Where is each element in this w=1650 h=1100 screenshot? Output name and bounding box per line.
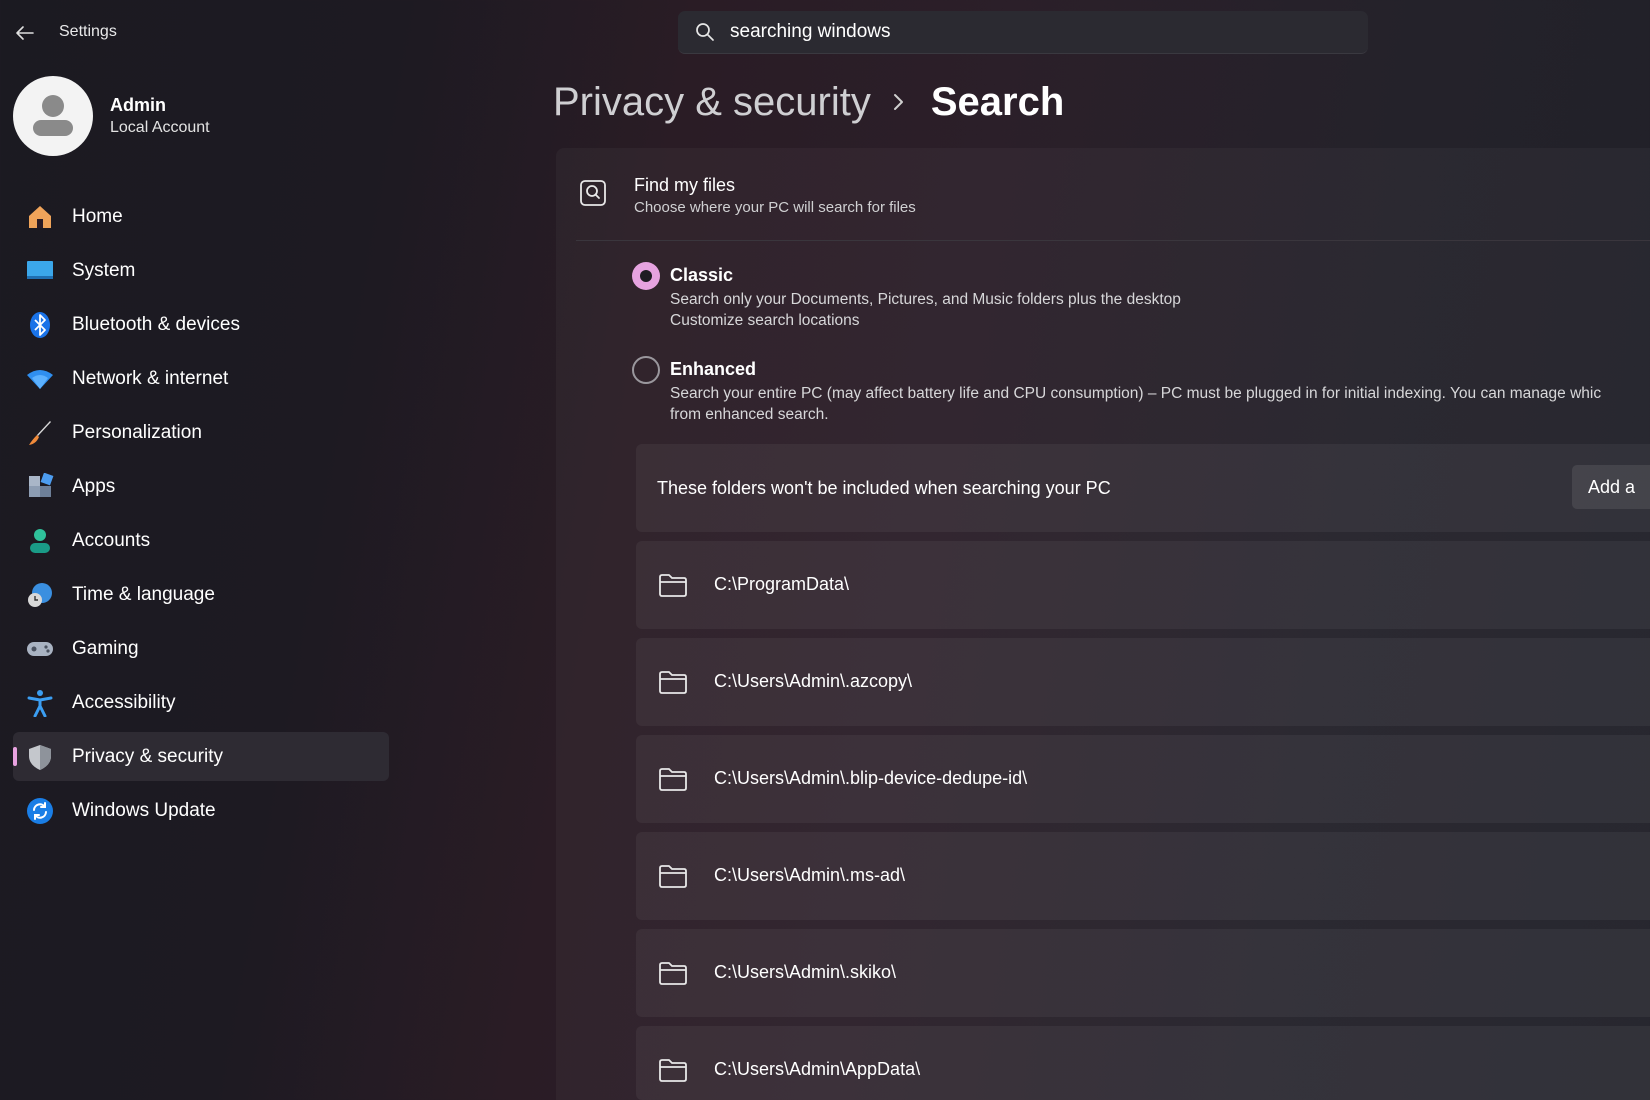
back-button[interactable] — [10, 18, 40, 48]
sidebar-item-home[interactable]: Home — [13, 192, 389, 241]
brush-icon — [25, 418, 55, 448]
enhanced-description-line1: Search your entire PC (may affect batter… — [670, 385, 1602, 402]
find-my-files-card: Find my files Choose where your PC will … — [556, 148, 1650, 1100]
folder-path: C:\Users\Admin\.skiko\ — [714, 962, 897, 982]
enhanced-radio[interactable] — [632, 356, 660, 384]
sidebar-item-network[interactable]: Network & internet — [13, 354, 389, 403]
system-icon — [25, 256, 55, 286]
find-my-files-header[interactable]: Find my files Choose where your PC will … — [556, 148, 1650, 240]
sidebar-item-bluetooth[interactable]: Bluetooth & devices — [13, 300, 389, 349]
sidebar-item-privacy-security[interactable]: Privacy & security — [13, 732, 389, 781]
time-language-icon — [25, 580, 55, 610]
sidebar-item-label: Bluetooth & devices — [72, 313, 240, 335]
sidebar-item-label: Apps — [72, 475, 116, 497]
sidebar-item-label: Privacy & security — [72, 745, 223, 767]
sidebar-item-label: Accounts — [72, 529, 151, 551]
folder-icon — [658, 863, 688, 889]
folder-icon — [658, 572, 688, 598]
sidebar-item-personalization[interactable]: Personalization — [13, 408, 389, 457]
chevron-right-icon — [893, 92, 905, 112]
account-card[interactable]: Admin Local Account — [13, 75, 210, 157]
account-name: Admin — [110, 95, 166, 115]
sidebar-item-windows-update[interactable]: Windows Update — [13, 786, 389, 835]
sidebar-item-accounts[interactable]: Accounts — [13, 516, 389, 565]
excluded-folder-row[interactable]: C:\Users\Admin\AppData\ — [636, 1026, 1650, 1100]
sidebar-item-label: System — [72, 259, 136, 281]
sidebar-item-label: Windows Update — [72, 799, 216, 821]
folder-path: C:\Users\Admin\.blip-device-dedupe-id\ — [714, 768, 1028, 788]
folder-icon — [658, 960, 688, 986]
bluetooth-icon — [25, 310, 55, 340]
user-avatar-icon — [33, 95, 73, 136]
customize-search-locations-link[interactable]: Customize search locations — [670, 312, 860, 330]
sidebar-item-label: Time & language — [72, 583, 215, 605]
excluded-folders-header: These folders won't be included when sea… — [636, 444, 1650, 532]
folder-path: C:\ProgramData\ — [714, 574, 850, 594]
classic-radio[interactable] — [632, 262, 660, 290]
accessibility-icon — [25, 688, 55, 718]
enhanced-description-line2: from enhanced search. — [670, 406, 829, 423]
search-input[interactable] — [730, 21, 1330, 43]
update-icon — [25, 796, 55, 826]
classic-label: Classic — [670, 265, 734, 285]
divider — [576, 240, 1650, 241]
folder-path: C:\Users\Admin\.ms-ad\ — [714, 865, 906, 885]
folder-icon — [658, 1057, 688, 1083]
search-box[interactable] — [678, 11, 1368, 54]
sidebar-item-accessibility[interactable]: Accessibility — [13, 678, 389, 727]
folder-path: C:\Users\Admin\AppData\ — [714, 1059, 921, 1079]
excluded-folder-row[interactable]: C:\Users\Admin\.ms-ad\ — [636, 832, 1650, 920]
sidebar-nav: Home System Bluetooth & devices Network … — [13, 192, 389, 840]
sidebar-item-label: Personalization — [72, 421, 202, 443]
breadcrumb: Privacy & security Search — [553, 74, 1064, 130]
home-icon — [25, 202, 55, 232]
sidebar-item-label: Gaming — [72, 637, 139, 659]
sidebar-item-gaming[interactable]: Gaming — [13, 624, 389, 673]
shield-icon — [25, 742, 55, 772]
folder-icon — [658, 669, 688, 695]
enhanced-option: Enhanced Search your entire PC (may affe… — [632, 356, 1650, 436]
excluded-folder-row[interactable]: C:\ProgramData\ — [636, 541, 1650, 629]
gamepad-icon — [25, 634, 55, 664]
search-icon — [694, 21, 716, 43]
sidebar-item-system[interactable]: System — [13, 246, 389, 295]
enhanced-label: Enhanced — [670, 359, 757, 379]
folder-icon — [658, 766, 688, 792]
excluded-folder-row[interactable]: C:\Users\Admin\.skiko\ — [636, 929, 1650, 1017]
find-my-files-title: Find my files — [634, 175, 736, 195]
avatar — [13, 76, 93, 156]
sidebar-item-label: Network & internet — [72, 367, 229, 389]
classic-option: Classic Search only your Documents, Pict… — [632, 262, 1650, 342]
search-document-icon — [579, 179, 607, 207]
page-title: Search — [930, 79, 1065, 124]
sidebar-item-label: Home — [72, 205, 123, 227]
sidebar-item-apps[interactable]: Apps — [13, 462, 389, 511]
apps-icon — [25, 472, 55, 502]
title-bar: Settings — [0, 0, 1650, 66]
excluded-folders-title: These folders won't be included when sea… — [657, 478, 1111, 498]
excluded-folder-row[interactable]: C:\Users\Admin\.blip-device-dedupe-id\ — [636, 735, 1650, 823]
excluded-folder-row[interactable]: C:\Users\Admin\.azcopy\ — [636, 638, 1650, 726]
arrow-left-icon — [16, 26, 34, 40]
app-title: Settings — [59, 23, 117, 40]
sidebar-item-label: Accessibility — [72, 691, 176, 713]
account-type: Local Account — [110, 119, 210, 136]
add-excluded-folder-button[interactable]: Add a — [1572, 465, 1650, 509]
find-my-files-subtitle: Choose where your PC will search for fil… — [634, 199, 916, 216]
wifi-icon — [25, 364, 55, 394]
accounts-icon — [25, 526, 55, 556]
folder-path: C:\Users\Admin\.azcopy\ — [714, 671, 913, 691]
sidebar-item-time-language[interactable]: Time & language — [13, 570, 389, 619]
breadcrumb-parent-link[interactable]: Privacy & security — [553, 80, 871, 125]
classic-description: Search only your Documents, Pictures, an… — [670, 291, 1181, 308]
